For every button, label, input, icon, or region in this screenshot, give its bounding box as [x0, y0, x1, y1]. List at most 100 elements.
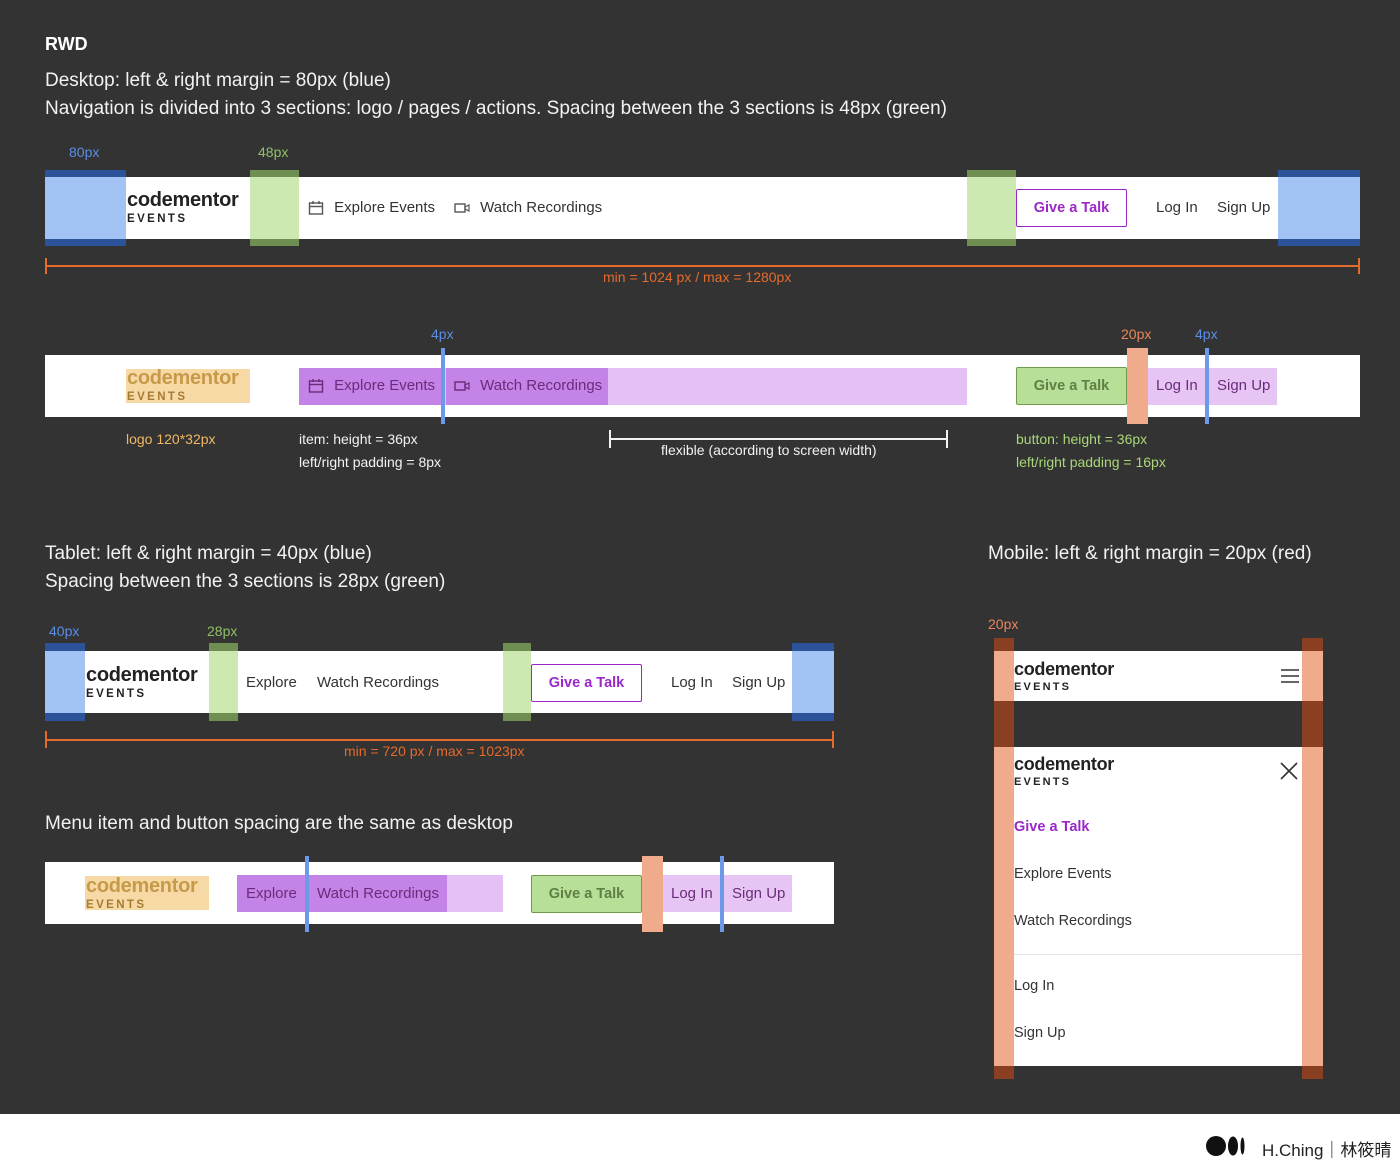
nav-explore-events[interactable]: Explore Events: [308, 199, 435, 216]
section-spacing-2-edge-bottom: [967, 239, 1016, 246]
tablet-spec-explore[interactable]: Explore: [246, 885, 297, 902]
spec-watch-recordings[interactable]: Watch Recordings: [454, 377, 602, 394]
tablet-action-gap-marker: [720, 856, 724, 932]
tablet-right-margin-edge-bottom: [792, 713, 834, 721]
desktop-range-label: min = 1024 px / max = 1280px: [601, 269, 794, 285]
mobile-desc: Mobile: left & right margin = 20px (red): [988, 543, 1312, 564]
logo-size-note: logo 120*32px: [126, 431, 216, 447]
calendar-icon: [308, 201, 324, 215]
medium-logo-icon: [1206, 1135, 1246, 1162]
right-margin-edge-bottom: [1278, 239, 1360, 246]
logo-spec[interactable]: codementor EVENTS: [127, 367, 239, 404]
mobile-menu-margin-left-cap: [994, 1066, 1014, 1079]
tablet-logo-sub: EVENTS: [86, 688, 147, 700]
mobile-logo-sub: EVENTS: [1014, 681, 1072, 693]
flexible-line: [609, 438, 948, 440]
video-icon: [454, 203, 470, 213]
tablet-spacing-1-edge-top: [209, 643, 238, 651]
flexible-note: flexible (according to screen width): [661, 442, 877, 458]
desktop-range-tick-left: [45, 258, 47, 274]
tablet-logo[interactable]: codementor EVENTS: [86, 665, 198, 701]
sign-up-link[interactable]: Sign Up: [1217, 199, 1270, 216]
tablet-logo-spec-sub: EVENTS: [86, 899, 147, 911]
section-spacing-2-edge-top: [967, 170, 1016, 177]
tablet-item-gap-marker: [305, 856, 309, 932]
tablet-desc-2: Spacing between the 3 sections is 28px (…: [45, 571, 446, 592]
tablet-spec-sign-up[interactable]: Sign Up: [732, 885, 785, 902]
tablet-spacing-2-edge-top: [503, 643, 531, 651]
tablet-button-gap-marker: [642, 856, 663, 932]
tablet-range-line: [45, 739, 834, 741]
tablet-left-margin: [45, 643, 85, 721]
mobile-log-in-link[interactable]: Log In: [1014, 978, 1054, 994]
spec-sign-up-link[interactable]: Sign Up: [1217, 377, 1270, 394]
desktop-range-line: [45, 265, 1360, 267]
tablet-spec-log-in[interactable]: Log In: [671, 885, 713, 902]
spec-give-talk-button[interactable]: Give a Talk: [1016, 367, 1127, 405]
log-in-link[interactable]: Log In: [1156, 199, 1198, 216]
logo[interactable]: codementor EVENTS: [127, 190, 239, 226]
margin-80-label: 80px: [69, 144, 100, 160]
mobile-menu-panel: [994, 747, 1323, 1066]
mobile-sign-up-link[interactable]: Sign Up: [1014, 1025, 1066, 1041]
flexible-tick-right: [946, 430, 948, 448]
give-talk-button[interactable]: Give a Talk: [1016, 189, 1127, 227]
section-spacing-2: [967, 170, 1016, 246]
hamburger-menu-icon[interactable]: [1281, 668, 1299, 689]
mobile-margin-left-gap: [994, 701, 1014, 747]
right-margin-highlight: [1278, 170, 1360, 246]
tablet-spec-give-talk-button[interactable]: Give a Talk: [531, 875, 642, 913]
section-spacing-1-edge-top: [250, 170, 299, 177]
item-height-note: item: height = 36px: [299, 431, 418, 447]
tablet-range-label: min = 720 px / max = 1023px: [342, 743, 527, 759]
spec-explore-events-label: Explore Events: [334, 377, 436, 394]
mobile-menu-logo-sub: EVENTS: [1014, 776, 1072, 788]
spec-log-in-link[interactable]: Log In: [1156, 377, 1198, 394]
tablet-left-margin-edge-top: [45, 643, 85, 651]
right-margin-edge-top: [1278, 170, 1360, 177]
item-padding-note: left/right padding = 8px: [299, 454, 442, 470]
mobile-give-talk-link[interactable]: Give a Talk: [1014, 819, 1090, 835]
tablet-left-margin-edge-bottom: [45, 713, 85, 721]
mobile-menu-logo-wordmark: codementor: [1014, 754, 1115, 774]
mobile-explore-events-link[interactable]: Explore Events: [1014, 866, 1112, 882]
tablet-spec-watch-recordings[interactable]: Watch Recordings: [317, 885, 439, 902]
button-gap-marker: [1127, 348, 1148, 424]
tablet-give-talk-button[interactable]: Give a Talk: [531, 664, 642, 702]
tablet-nav-explore[interactable]: Explore: [246, 674, 297, 691]
close-icon[interactable]: [1280, 762, 1298, 785]
spec-explore-events[interactable]: Explore Events: [308, 377, 435, 394]
logo-sub: EVENTS: [127, 213, 188, 225]
spacing-28-label: 28px: [207, 623, 238, 639]
tablet-logo-spec[interactable]: codementor EVENTS: [86, 875, 198, 912]
nav-explore-events-label: Explore Events: [334, 199, 436, 216]
button-height-note: button: height = 36px: [1016, 431, 1148, 447]
page-title: RWD: [45, 34, 88, 54]
tablet-sign-up-link[interactable]: Sign Up: [732, 674, 785, 691]
mobile-margin-label: 20px: [988, 616, 1019, 632]
left-margin-edge-top: [45, 170, 126, 177]
button-padding-note: left/right padding = 16px: [1016, 454, 1166, 470]
tablet-right-margin: [792, 643, 834, 721]
mobile-menu-margin-right: [1302, 747, 1323, 1066]
tablet-log-in-link[interactable]: Log In: [671, 674, 713, 691]
left-margin-edge-bottom: [45, 239, 126, 246]
nav-watch-recordings[interactable]: Watch Recordings: [454, 199, 602, 216]
mobile-menu-margin-left: [994, 747, 1014, 1066]
mobile-watch-recordings-link[interactable]: Watch Recordings: [1014, 913, 1132, 929]
mobile-menu-divider: [1014, 954, 1302, 955]
tablet-nav-watch-recordings[interactable]: Watch Recordings: [317, 674, 439, 691]
desktop-desc-2: Navigation is divided into 3 sections: l…: [45, 98, 947, 119]
tablet-range-tick-left: [45, 731, 47, 748]
tablet-note: Menu item and button spacing are the sam…: [45, 813, 513, 834]
mobile-menu-logo[interactable]: codementor EVENTS: [1014, 755, 1114, 789]
action-gap-label: 4px: [1195, 326, 1218, 342]
tablet-logo-spec-wordmark: codementor: [86, 875, 198, 897]
tablet-right-margin-edge-top: [792, 643, 834, 651]
logo-spec-wordmark: codementor: [127, 367, 239, 389]
nav-watch-recordings-label: Watch Recordings: [480, 199, 603, 216]
desktop-range-tick-right: [1358, 258, 1360, 274]
mobile-logo[interactable]: codementor EVENTS: [1014, 660, 1114, 694]
tablet-desc-1: Tablet: left & right margin = 40px (blue…: [45, 543, 372, 564]
mobile-margin-left-cap: [994, 638, 1014, 651]
